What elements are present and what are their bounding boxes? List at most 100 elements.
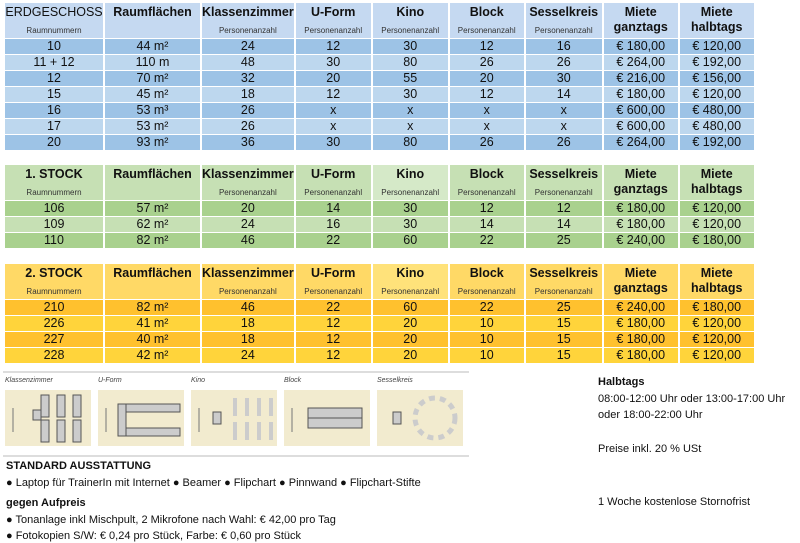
table-cell: € 216,00 xyxy=(603,71,678,86)
header-block: Block Personenanzahl xyxy=(449,264,524,299)
table-cell: x xyxy=(449,119,524,134)
header-kino: Kino Personenanzahl xyxy=(372,264,448,299)
sub-label: Personenanzahl xyxy=(457,188,516,197)
table-cell: 12 xyxy=(295,332,371,347)
table-cell: 53 m² xyxy=(105,119,200,134)
table-cell: x xyxy=(525,119,602,134)
table-cell: 12 xyxy=(295,316,371,331)
rent-label: ganztags xyxy=(613,182,668,196)
layout-u-form: U-Form xyxy=(98,377,186,451)
halbtags-line1: 08:00-12:00 Uhr oder 13:00-17:00 Uhr xyxy=(598,393,786,405)
header-klassenzimmer: Klassenzimmer Personenanzahl xyxy=(202,264,294,299)
table-cell: 55 xyxy=(372,71,448,86)
header-u-form: U-Form Personenanzahl xyxy=(295,264,371,299)
table-cell: 82 m² xyxy=(105,233,200,248)
header-rent_half: Miete halbtags xyxy=(679,3,754,38)
table-cell: 93 m² xyxy=(105,135,200,150)
stock-2-table: 2. STOCK Raumnummern Raumflächen Klassenzim… xyxy=(3,263,756,364)
column-title: Block xyxy=(469,5,504,19)
table-row: 20 93 m² 36 30 80 26 26 € 264,00 € 192,00 xyxy=(5,135,754,150)
column-title: Sesselkreis xyxy=(529,5,599,19)
standard-items: ● Laptop für TrainerIn mit Internet ● Be… xyxy=(6,477,421,489)
table-cell: € 192,00 xyxy=(679,55,754,70)
column-title: Kino xyxy=(396,266,425,280)
table-cell: x xyxy=(295,103,371,118)
table-cell: 30 xyxy=(525,71,602,86)
table-cell: € 264,00 xyxy=(603,135,678,150)
table-cell: 12 xyxy=(295,348,371,363)
header-row: 1. STOCK Raumnummern Raumflächen Klassenzim… xyxy=(5,165,754,200)
table-cell: 40 m² xyxy=(105,332,200,347)
table-cell: 26 xyxy=(525,135,602,150)
table-row: 17 53 m² 26 x x x x € 600,00 € 480,00 xyxy=(5,119,754,134)
column-title: Block xyxy=(469,167,504,181)
table-cell: € 120,00 xyxy=(679,39,754,54)
table-cell: 15 xyxy=(525,332,602,347)
table-cell: 30 xyxy=(372,87,448,102)
table-cell: 30 xyxy=(372,201,448,216)
table-cell: € 180,00 xyxy=(603,348,678,363)
header-row: ERDGESCHOSS Raumnummern Raumflächen Klassen… xyxy=(5,3,754,38)
halbtags-line2: oder 18:00-22:00 Uhr xyxy=(598,409,703,421)
header-rent_full: Miete ganztags xyxy=(603,264,678,299)
column-title: U-Form xyxy=(310,266,356,280)
column-title: Klassenzimmer xyxy=(202,167,294,181)
table-cell: € 120,00 xyxy=(679,217,754,232)
header-row: 2. STOCK Raumnummern Raumflächen Klassenzim… xyxy=(5,264,754,299)
table-cell: 60 xyxy=(372,233,448,248)
extra-item-1: ● Tonanlage inkl Mischpult, 2 Mikrofone … xyxy=(6,514,336,526)
table-row: 10 44 m² 24 12 30 12 16 € 180,00 € 120,00 xyxy=(5,39,754,54)
column-title: Raumflächen xyxy=(113,266,192,280)
layout-sesselkreis: Sesselkreis xyxy=(377,377,465,451)
table-row: 15 45 m² 18 12 30 12 14 € 180,00 € 120,00 xyxy=(5,87,754,102)
table-cell: € 120,00 xyxy=(679,201,754,216)
sub-label: Personenanzahl xyxy=(304,188,363,197)
table-cell: 25 xyxy=(525,300,602,315)
table-cell: 110 xyxy=(5,233,103,248)
sub-label: Raumnummern xyxy=(26,188,82,197)
prices-note: Preise inkl. 20 % USt xyxy=(598,443,702,455)
table-cell: 22 xyxy=(295,233,371,248)
table-cell: 36 xyxy=(202,135,294,150)
erdgeschoss-table: ERDGESCHOSS Raumnummern Raumflächen Klassen… xyxy=(3,2,756,151)
table-cell: € 156,00 xyxy=(679,71,754,86)
rent-label: Miete xyxy=(624,167,657,181)
u-form-layout-icon xyxy=(98,390,184,446)
table-cell: 80 xyxy=(372,55,448,70)
table-cell: € 120,00 xyxy=(679,332,754,347)
sub-label: Raumnummern xyxy=(26,287,82,296)
table-cell: 24 xyxy=(202,39,294,54)
table-cell: 48 xyxy=(202,55,294,70)
sub-label: Personenanzahl xyxy=(381,287,440,296)
table-cell: 11 + 12 xyxy=(5,55,103,70)
table-cell: 46 xyxy=(202,233,294,248)
header-u-form: U-Form Personenanzahl xyxy=(295,165,371,200)
table-cell: 20 xyxy=(295,71,371,86)
table-cell: 41 m² xyxy=(105,316,200,331)
table-row: 12 70 m² 32 20 55 20 30 € 216,00 € 156,00 xyxy=(5,71,754,86)
layout-klassenzimmer: Klassenzimmer xyxy=(5,377,93,451)
table-cell: 42 m² xyxy=(105,348,200,363)
table-cell: 15 xyxy=(5,87,103,102)
table-cell: 57 m² xyxy=(105,201,200,216)
header-sesselkreis: Sesselkreis Personenanzahl xyxy=(525,165,602,200)
table-cell: 82 m² xyxy=(105,300,200,315)
table-cell: 10 xyxy=(5,39,103,54)
table-cell: 30 xyxy=(295,55,371,70)
table-cell: 10 xyxy=(449,348,524,363)
rent-label: halbtags xyxy=(691,281,743,295)
halbtags-title: Halbtags xyxy=(598,376,645,388)
table-cell: 26 xyxy=(202,103,294,118)
floor-title: 1. STOCK xyxy=(25,167,83,181)
table-cell: 110 m xyxy=(105,55,200,70)
sub-label: Personenanzahl xyxy=(457,26,516,35)
table-cell: 24 xyxy=(202,348,294,363)
header-sesselkreis: Sesselkreis Personenanzahl xyxy=(525,264,602,299)
table-cell: 16 xyxy=(295,217,371,232)
seating-layouts: Klassenzimmer U-Form Kino Block Sesselkr… xyxy=(3,371,469,457)
table-cell: 53 m³ xyxy=(105,103,200,118)
table-cell: 62 m² xyxy=(105,217,200,232)
extra-item-2: ● Fotokopien S/W: € 0,24 pro Stück, Farb… xyxy=(6,530,302,542)
column-title: Klassenzimmer xyxy=(202,5,294,19)
rent-label: Miete xyxy=(624,5,657,19)
